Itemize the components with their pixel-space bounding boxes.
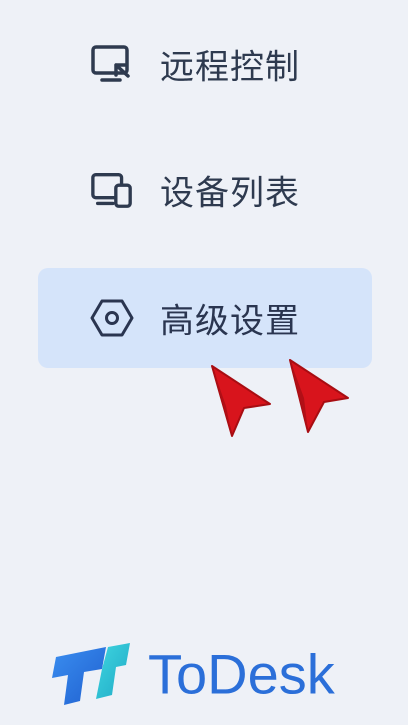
sidebar-item-label: 远程控制 <box>160 47 300 88</box>
red-arrow-cursor-icon <box>211 365 271 437</box>
sidebar-item-label: 设备列表 <box>160 173 300 214</box>
brand: ToDesk <box>50 636 335 712</box>
devices-icon <box>90 168 134 212</box>
sidebar-item-label: 高级设置 <box>160 301 300 342</box>
todesk-logo-icon <box>52 643 130 705</box>
red-arrow-cursor-icon <box>289 359 349 433</box>
sidebar-item-remote-control[interactable]: 远程控制 <box>38 14 372 114</box>
sidebar: 远程控制 设备列表 高级设置 ToDesk <box>0 0 408 725</box>
sidebar-item-device-list[interactable]: 设备列表 <box>38 140 372 240</box>
brand-name: ToDesk <box>148 642 335 706</box>
remote-screen-icon <box>90 42 134 86</box>
sidebar-item-advanced-settings[interactable]: 高级设置 <box>38 268 372 368</box>
hex-settings-icon <box>90 296 134 340</box>
